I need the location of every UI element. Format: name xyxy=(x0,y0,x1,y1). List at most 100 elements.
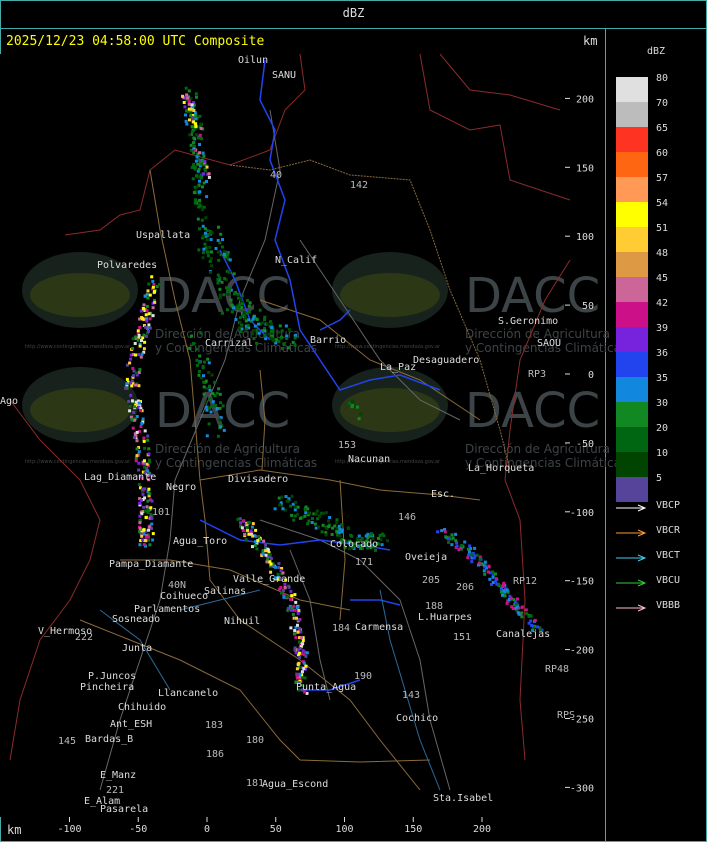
color-scale xyxy=(616,77,648,502)
place-label: Pasarela xyxy=(100,804,148,815)
echo-pixel xyxy=(279,591,283,595)
echo-pixel xyxy=(207,422,211,426)
echo-pixel xyxy=(142,333,146,337)
echo-pixel xyxy=(293,336,297,340)
echo-pixel xyxy=(201,364,205,368)
echo-pixel xyxy=(195,95,198,99)
echo-pixel xyxy=(251,545,254,549)
echo-pixel xyxy=(225,308,229,312)
echo-pixel xyxy=(281,507,285,511)
echo-pixel xyxy=(293,343,297,347)
route-label: 206 xyxy=(456,582,474,593)
echo-pixel xyxy=(205,238,209,242)
echo-pixel xyxy=(192,120,196,124)
echo-pixel xyxy=(128,361,132,365)
echo-pixel xyxy=(295,674,299,678)
echo-pixel xyxy=(188,346,192,350)
echo-pixel xyxy=(144,516,148,520)
echo-pixel xyxy=(264,543,268,547)
echo-pixel xyxy=(135,430,139,434)
echo-pixel xyxy=(198,179,201,183)
route-label: 40N xyxy=(168,580,186,591)
echo-pixel xyxy=(142,347,146,351)
echo-pixel xyxy=(138,368,142,372)
color-swatch xyxy=(616,252,648,277)
echo-pixel xyxy=(247,532,251,536)
echo-pixel xyxy=(292,604,296,608)
echo-pixel xyxy=(264,553,268,557)
echo-pixel xyxy=(137,450,141,454)
echo-pixel xyxy=(501,593,504,597)
echo-pixel xyxy=(295,667,299,671)
echo-pixel xyxy=(240,327,244,331)
echo-pixel xyxy=(302,676,306,680)
echo-pixel xyxy=(205,180,208,183)
echo-pixel xyxy=(296,623,299,627)
echo-pixel xyxy=(221,404,225,408)
echo-pixel xyxy=(208,388,212,392)
echo-pixel xyxy=(202,392,206,396)
place-label: Oveieja xyxy=(405,552,447,563)
route-label: RP12 xyxy=(513,576,537,587)
echo-pixel xyxy=(197,248,201,252)
echo-pixel xyxy=(229,298,233,302)
echo-pixel xyxy=(467,547,470,551)
echo-pixel xyxy=(202,154,206,158)
echo-pixel xyxy=(247,520,251,524)
route-label: 205 xyxy=(422,575,440,586)
echo-pixel xyxy=(291,612,295,616)
echo-pixel xyxy=(198,190,202,194)
echo-pixel xyxy=(141,317,145,321)
echo-pixel xyxy=(307,519,311,523)
place-label: Divisadero xyxy=(228,474,288,485)
place-label: Valle_Grande xyxy=(233,574,305,585)
place-label: La_Paz xyxy=(380,362,416,373)
echo-pixel xyxy=(147,447,151,451)
echo-pixel xyxy=(230,310,234,314)
echo-pixel xyxy=(468,544,472,548)
color-swatch xyxy=(616,452,648,477)
color-swatch xyxy=(616,402,648,427)
route-label: 188 xyxy=(425,601,443,612)
echo-pixel xyxy=(280,329,284,333)
echo-pixel xyxy=(253,543,257,547)
echo-pixel xyxy=(240,526,244,530)
echo-pixel xyxy=(290,513,294,517)
color-swatch xyxy=(616,427,648,452)
echo-pixel xyxy=(130,417,134,421)
echo-pixel xyxy=(290,608,293,612)
echo-pixel xyxy=(143,340,147,344)
place-label: Agua_Toro xyxy=(173,536,227,547)
echo-pixel xyxy=(216,434,220,438)
echo-pixel xyxy=(382,534,386,538)
place-label: Polvaredes xyxy=(97,260,157,271)
echo-pixel xyxy=(245,298,249,302)
echo-pixel xyxy=(207,172,211,176)
place-label: Cochico xyxy=(396,713,438,724)
echo-pixel xyxy=(295,616,298,620)
echo-pixel xyxy=(199,122,203,126)
echo-pixel xyxy=(440,529,444,533)
echo-pixel xyxy=(330,533,334,536)
echo-pixel xyxy=(262,539,266,543)
echo-pixel xyxy=(503,590,507,594)
echo-pixel xyxy=(194,124,198,128)
echo-pixel xyxy=(222,250,226,254)
echo-pixel xyxy=(138,527,142,531)
echo-pixel xyxy=(228,288,232,292)
echo-pixel xyxy=(313,522,317,526)
echo-pixel xyxy=(285,337,289,340)
echo-pixel xyxy=(364,534,368,538)
y-tick-label: -150 xyxy=(570,577,594,588)
echo-pixel xyxy=(131,366,135,370)
echo-pixel xyxy=(269,562,273,566)
echo-pixel xyxy=(190,165,194,169)
radar-map[interactable]: DACC Dirección de Agriculturay Contingenc… xyxy=(0,0,707,842)
echo-pixel xyxy=(473,554,477,558)
echo-pixel xyxy=(222,428,226,432)
echo-pixel xyxy=(261,552,265,556)
x-tick-label: 0 xyxy=(204,824,210,835)
echo-pixel xyxy=(221,238,224,241)
echo-pixel xyxy=(203,231,207,235)
echo-pixel xyxy=(304,664,308,668)
